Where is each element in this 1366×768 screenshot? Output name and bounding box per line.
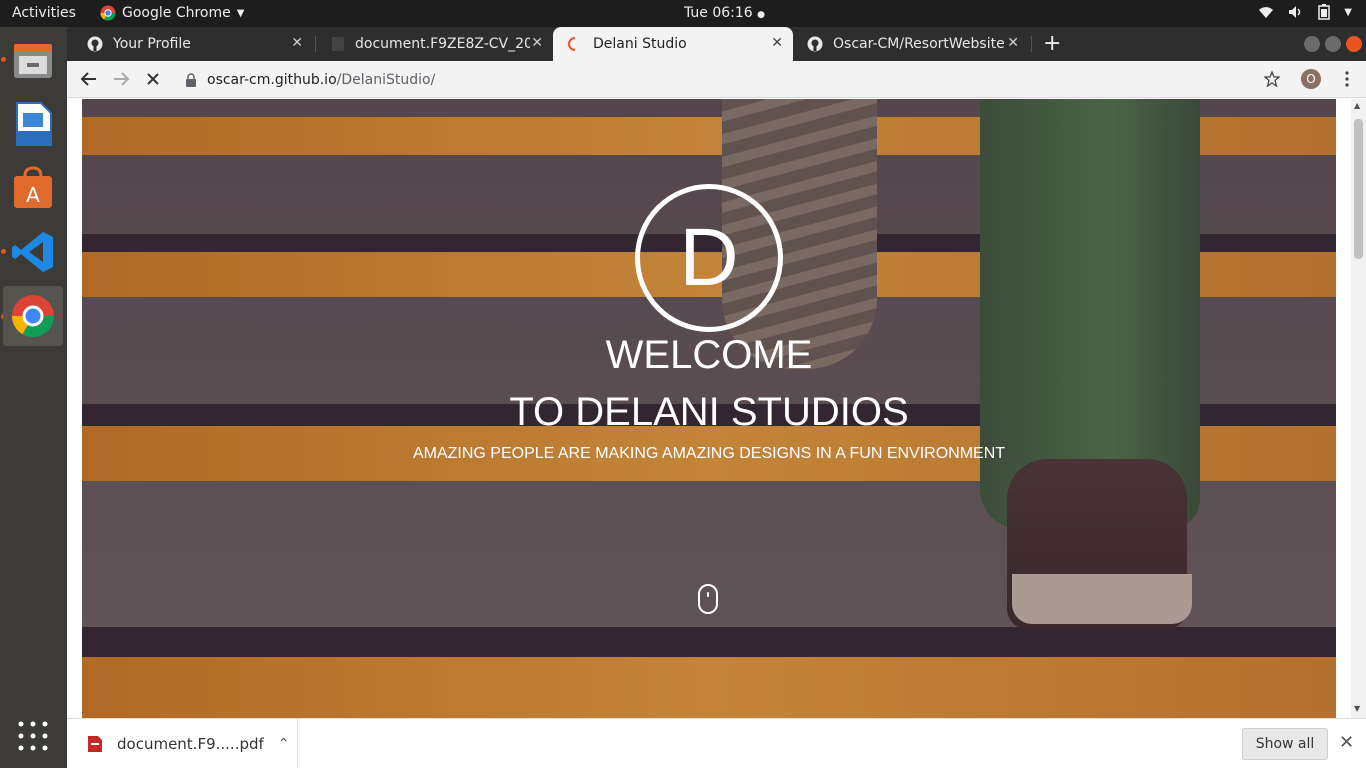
dock-chrome[interactable] (3, 286, 63, 346)
app-menu[interactable]: Google Chrome ▼ (100, 5, 244, 21)
tab-separator (1031, 36, 1032, 52)
stop-button[interactable] (141, 67, 165, 91)
back-button[interactable] (77, 67, 101, 91)
url-host: oscar-cm.github.io (207, 71, 337, 88)
document-icon (332, 37, 344, 51)
hero-tagline: AMAZING PEOPLE ARE MAKING AMAZING DESIGN… (412, 445, 1006, 462)
tab-strip: Your Profile ✕ document.F9ZE8Z-CV_20 ✕ D… (67, 27, 1366, 61)
scrollbar-thumb[interactable] (1354, 119, 1363, 259)
tab-delani-studio[interactable]: Delani Studio ✕ (553, 27, 793, 61)
github-icon (87, 36, 103, 52)
star-icon (1264, 71, 1280, 87)
browser-toolbar: oscar-cm.github.io/DelaniStudio/ O (67, 61, 1366, 98)
dock-writer[interactable] (3, 94, 63, 154)
show-all-button[interactable]: Show all (1242, 728, 1328, 760)
tab-close-icon[interactable]: ✕ (531, 35, 543, 51)
download-item[interactable]: document.F9.....pdf ⌃ (81, 719, 298, 768)
app-name: Google Chrome (122, 5, 231, 21)
svg-text:A: A (26, 183, 40, 207)
show-applications-icon[interactable] (17, 720, 49, 756)
bookmark-star-button[interactable] (1260, 67, 1284, 91)
chrome-small-icon (100, 5, 116, 21)
tab-title: Oscar-CM/ResortWebsite (833, 36, 1005, 52)
dock-software[interactable]: A (3, 158, 63, 218)
tab-document[interactable]: document.F9ZE8Z-CV_20 ✕ (317, 27, 553, 61)
hero-heading-line2: TO DELANI STUDIOS (509, 390, 909, 434)
scroll-down-mouse-icon[interactable] (698, 584, 718, 614)
dock-vscode[interactable] (3, 222, 63, 282)
tab-title: Delani Studio (593, 36, 687, 52)
page-scrollbar[interactable]: ▲ ▼ (1351, 99, 1366, 718)
tab-close-icon[interactable]: ✕ (1007, 35, 1019, 51)
minimize-button[interactable] (1304, 36, 1320, 52)
dock-files[interactable] (3, 30, 63, 90)
top-bar: Activities Google Chrome ▼ Tue 06:16 ● ▼ (0, 0, 1366, 27)
page-viewport: D WELCOME TO DELANI STUDIOS AMAZING PEOP… (67, 99, 1366, 718)
address-bar[interactable]: oscar-cm.github.io/DelaniStudio/ (185, 67, 435, 92)
chrome-menu-button[interactable] (1335, 67, 1359, 91)
system-menu-caret-icon: ▼ (1344, 6, 1352, 18)
new-tab-button[interactable]: + (1043, 31, 1061, 56)
volume-icon (1289, 6, 1301, 18)
kebab-menu-icon (1345, 71, 1349, 87)
close-download-bar-icon[interactable]: ✕ (1339, 732, 1354, 753)
url-path: /DelaniStudio/ (336, 71, 436, 88)
vscode-icon (12, 232, 53, 272)
lock-icon (186, 72, 196, 87)
tab-title: Your Profile (113, 36, 191, 52)
battery-icon (1318, 4, 1331, 20)
close-window-button[interactable] (1346, 36, 1362, 52)
hero-heading-line1: WELCOME (605, 333, 813, 377)
tab-your-profile[interactable]: Your Profile ✕ (73, 27, 313, 61)
pdf-file-icon (88, 736, 102, 752)
forward-button[interactable] (109, 67, 133, 91)
tab-title: document.F9ZE8Z-CV_20 (355, 36, 530, 52)
profile-avatar[interactable]: O (1301, 69, 1321, 89)
clock[interactable]: Tue 06:16 ● (684, 5, 765, 21)
maximize-button[interactable] (1325, 36, 1341, 52)
files-icon (14, 44, 52, 78)
notification-dot-icon: ● (757, 10, 766, 20)
download-file-name: document.F9.....pdf (117, 735, 264, 753)
software-center-icon: A (14, 166, 52, 208)
github-icon (807, 36, 823, 52)
system-tray[interactable]: ▼ (1258, 4, 1352, 20)
stop-icon (147, 73, 159, 85)
scroll-down-arrow-icon[interactable]: ▼ (1354, 704, 1360, 713)
download-bar: document.F9.....pdf ⌃ Show all ✕ (67, 718, 1366, 768)
arrow-right-icon (114, 72, 130, 86)
wifi-icon (1259, 7, 1274, 18)
logo-letter: D (679, 212, 739, 303)
caret-down-icon: ▼ (236, 7, 245, 19)
tab-resort-website[interactable]: Oscar-CM/ResortWebsite ✕ (793, 27, 1029, 61)
libreoffice-writer-icon (16, 102, 52, 146)
activities-button[interactable]: Activities (12, 5, 76, 21)
chrome-icon (11, 295, 55, 338)
chevron-up-icon[interactable]: ⌃ (278, 736, 290, 752)
delani-logo[interactable]: D (635, 184, 783, 332)
hero-section: D WELCOME TO DELANI STUDIOS AMAZING PEOP… (82, 99, 1336, 718)
tab-separator (315, 36, 316, 52)
scroll-up-arrow-icon[interactable]: ▲ (1354, 101, 1360, 110)
tab-close-icon[interactable]: ✕ (291, 35, 303, 51)
arrow-left-icon (80, 72, 96, 86)
browser-window: Your Profile ✕ document.F9ZE8Z-CV_20 ✕ D… (67, 27, 1366, 768)
dock: A (0, 27, 67, 768)
loading-icon (568, 37, 576, 51)
tab-close-icon[interactable]: ✕ (771, 35, 783, 51)
